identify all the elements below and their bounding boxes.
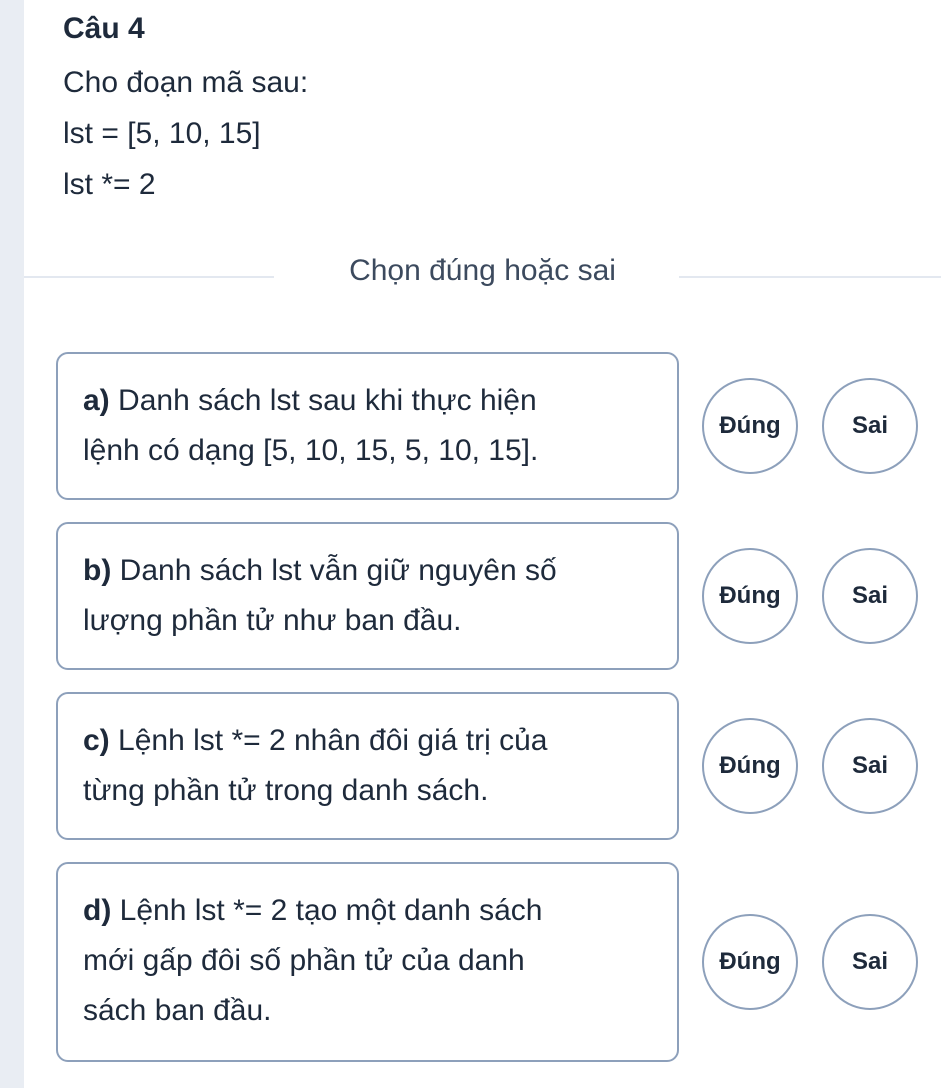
statement-letter: a)	[83, 384, 110, 417]
code-line-2: lst *= 2	[63, 168, 156, 201]
question-container: Câu 4 Cho đoạn mã sau: lst = [5, 10, 15]…	[24, 0, 941, 1088]
statement-text-a: a) Danh sách lst sau khi thực hiện lệnh …	[83, 376, 538, 476]
statement-line: từng phần tử trong danh sách.	[83, 774, 489, 807]
statement-card-d: d) Lệnh lst *= 2 tạo một danh sách mới g…	[56, 862, 679, 1062]
statement-letter: b)	[83, 554, 112, 587]
statement-text-d: d) Lệnh lst *= 2 tạo một danh sách mới g…	[83, 886, 542, 1036]
statement-line: sách ban đầu.	[83, 994, 272, 1027]
divider-line-right	[679, 276, 941, 278]
false-button-d[interactable]: Sai	[822, 914, 918, 1010]
statement-line: Danh sách lst vẫn giữ nguyên số	[119, 554, 557, 587]
statement-line: Danh sách lst sau khi thực hiện	[118, 384, 537, 417]
section-label: Chọn đúng hoặc sai	[349, 254, 616, 287]
question-title: Câu 4	[63, 12, 145, 45]
statement-card-c: c) Lệnh lst *= 2 nhân đôi giá trị của từ…	[56, 692, 679, 840]
statement-line: lượng phần tử như ban đầu.	[83, 604, 462, 637]
false-button-b[interactable]: Sai	[822, 548, 918, 644]
statement-line: Lệnh lst *= 2 nhân đôi giá trị của	[118, 724, 548, 757]
section-divider: Chọn đúng hoặc sai	[24, 252, 941, 296]
statement-line: mới gấp đôi số phần tử của danh	[83, 944, 525, 977]
statement-line: Lệnh lst *= 2 tạo một danh sách	[119, 894, 543, 927]
true-button-a[interactable]: Đúng	[702, 378, 798, 474]
statement-line: lệnh có dạng [5, 10, 15, 5, 10, 15].	[83, 434, 539, 467]
left-sidebar-strip	[0, 0, 24, 1088]
statement-card-a: a) Danh sách lst sau khi thực hiện lệnh …	[56, 352, 679, 500]
false-button-c[interactable]: Sai	[822, 718, 918, 814]
statement-letter: d)	[83, 894, 112, 927]
false-button-a[interactable]: Sai	[822, 378, 918, 474]
code-line-1: lst = [5, 10, 15]	[63, 117, 261, 150]
statement-text-c: c) Lệnh lst *= 2 nhân đôi giá trị của từ…	[83, 716, 548, 816]
true-button-b[interactable]: Đúng	[702, 548, 798, 644]
true-button-c[interactable]: Đúng	[702, 718, 798, 814]
question-intro: Cho đoạn mã sau:	[63, 66, 309, 99]
statement-text-b: b) Danh sách lst vẫn giữ nguyên số lượng…	[83, 546, 557, 646]
true-button-d[interactable]: Đúng	[702, 914, 798, 1010]
statement-card-b: b) Danh sách lst vẫn giữ nguyên số lượng…	[56, 522, 679, 670]
statement-letter: c)	[83, 724, 110, 757]
